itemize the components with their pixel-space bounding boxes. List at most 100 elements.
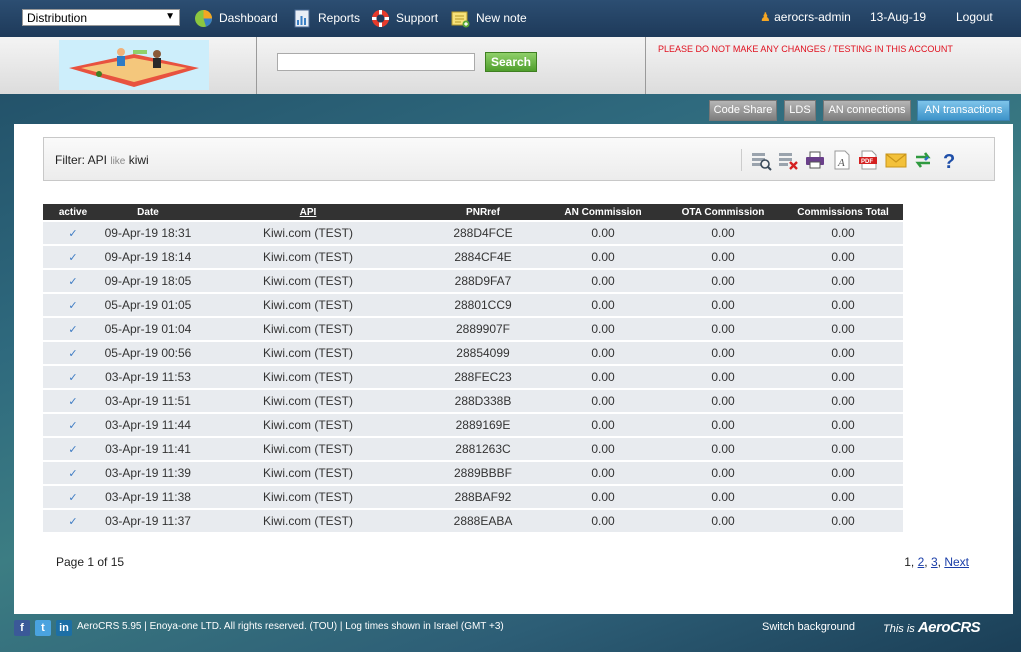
active-check-icon: ✓ (43, 486, 103, 508)
row-commissions-total: 0.00 (783, 438, 903, 460)
row-an-commission: 0.00 (543, 414, 663, 436)
brand-tagline: This is AeroCRS (883, 619, 981, 636)
row-date: 03-Apr-19 11:44 (103, 414, 193, 436)
row-ota-commission: 0.00 (663, 510, 783, 532)
nav-support[interactable]: Support (371, 8, 438, 28)
row-ota-commission: 0.00 (663, 390, 783, 412)
table-row[interactable]: ✓ 05-Apr-19 00:56 Kiwi.com (TEST) 28854099 0… (43, 342, 903, 364)
row-commissions-total: 0.00 (783, 294, 903, 316)
nav-new-note[interactable]: New note (451, 8, 527, 28)
table-row[interactable]: ✓ 03-Apr-19 11:41 Kiwi.com (TEST) 2881263C 0… (43, 438, 903, 460)
page-current: 1 (904, 555, 911, 569)
row-api: Kiwi.com (TEST) (193, 270, 423, 292)
nav-dashboard[interactable]: Dashboard (194, 8, 278, 28)
print-icon[interactable] (804, 149, 826, 171)
col-an-commission: AN Commission (543, 204, 663, 220)
col-api-sort[interactable]: API (193, 204, 423, 220)
active-check-icon: ✓ (43, 342, 103, 364)
logout-link[interactable]: Logout (956, 10, 993, 24)
page-link-2[interactable]: 2 (918, 555, 925, 569)
row-pnrref: 2881263C (423, 438, 543, 460)
row-date: 05-Apr-19 01:05 (103, 294, 193, 316)
table-row[interactable]: ✓ 03-Apr-19 11:44 Kiwi.com (TEST) 2889169E 0… (43, 414, 903, 436)
filter-bar: Filter: API like kiwi A PDF ? (43, 137, 995, 181)
row-date: 03-Apr-19 11:38 (103, 486, 193, 508)
nav-support-label: Support (396, 11, 439, 25)
row-pnrref: 288D4FCE (423, 222, 543, 244)
row-commissions-total: 0.00 (783, 246, 903, 268)
row-an-commission: 0.00 (543, 246, 663, 268)
company-logo (59, 40, 209, 90)
row-ota-commission: 0.00 (663, 486, 783, 508)
active-check-icon: ✓ (43, 318, 103, 340)
row-api: Kiwi.com (TEST) (193, 414, 423, 436)
table-row[interactable]: ✓ 05-Apr-19 01:05 Kiwi.com (TEST) 28801CC9 0… (43, 294, 903, 316)
filter-operator: like (110, 156, 126, 167)
note-icon (451, 9, 470, 28)
row-pnrref: 28801CC9 (423, 294, 543, 316)
search-settings-icon[interactable] (750, 149, 772, 171)
table-row[interactable]: ✓ 09-Apr-19 18:14 Kiwi.com (TEST) 2884CF4E 0… (43, 246, 903, 268)
row-api: Kiwi.com (TEST) (193, 246, 423, 268)
footer: f t in AeroCRS 5.95 | Enoya-one LTD. All… (0, 617, 1021, 639)
row-commissions-total: 0.00 (783, 270, 903, 292)
pdf-icon[interactable]: PDF (858, 149, 880, 171)
row-pnrref: 2889BBBF (423, 462, 543, 484)
twitter-icon[interactable]: t (35, 620, 51, 636)
nav-reports[interactable]: Reports (293, 8, 360, 28)
tab-code-share[interactable]: Code Share (709, 100, 777, 121)
module-select[interactable]: Distribution ▼ (22, 9, 180, 26)
table-row[interactable]: ✓ 03-Apr-19 11:51 Kiwi.com (TEST) 288D338B 0… (43, 390, 903, 412)
row-api: Kiwi.com (TEST) (193, 294, 423, 316)
table-body: ✓ 09-Apr-19 18:31 Kiwi.com (TEST) 288D4FCE 0… (43, 222, 903, 532)
tab-an-transactions[interactable]: AN transactions (917, 100, 1010, 121)
row-an-commission: 0.00 (543, 510, 663, 532)
row-ota-commission: 0.00 (663, 438, 783, 460)
filter-description: Filter: API like kiwi (55, 153, 149, 167)
clear-filter-icon[interactable] (777, 149, 799, 171)
page-info: Page 1 of 15 (56, 555, 125, 569)
row-pnrref: 2889907F (423, 318, 543, 340)
brand-prefix: This is (883, 623, 915, 635)
row-ota-commission: 0.00 (663, 246, 783, 268)
table-row[interactable]: ✓ 09-Apr-19 18:05 Kiwi.com (TEST) 288D9FA7 0… (43, 270, 903, 292)
transactions-table: active Date API PNRref AN Commission OTA… (43, 202, 903, 534)
row-pnrref: 2888EABA (423, 510, 543, 532)
facebook-icon[interactable]: f (14, 620, 30, 636)
tab-lds[interactable]: LDS (784, 100, 816, 121)
linkedin-icon[interactable]: in (56, 620, 72, 636)
row-an-commission: 0.00 (543, 390, 663, 412)
row-an-commission: 0.00 (543, 366, 663, 388)
row-ota-commission: 0.00 (663, 342, 783, 364)
table-row[interactable]: ✓ 05-Apr-19 01:04 Kiwi.com (TEST) 2889907F 0… (43, 318, 903, 340)
row-commissions-total: 0.00 (783, 366, 903, 388)
main-panel: Filter: API like kiwi A PDF ? active Dat… (14, 124, 1013, 614)
table-row[interactable]: ✓ 09-Apr-19 18:31 Kiwi.com (TEST) 288D4FCE 0… (43, 222, 903, 244)
row-date: 03-Apr-19 11:41 (103, 438, 193, 460)
text-export-icon[interactable]: A (831, 149, 853, 171)
active-check-icon: ✓ (43, 222, 103, 244)
page-link-3[interactable]: 3 (931, 555, 938, 569)
row-date: 09-Apr-19 18:14 (103, 246, 193, 268)
table-row[interactable]: ✓ 03-Apr-19 11:37 Kiwi.com (TEST) 2888EABA 0… (43, 510, 903, 532)
report-icon (293, 9, 312, 28)
user-menu[interactable]: ♟ aerocrs-admin (760, 10, 851, 24)
row-an-commission: 0.00 (543, 318, 663, 340)
filter-value: kiwi (128, 153, 149, 167)
row-api: Kiwi.com (TEST) (193, 366, 423, 388)
next-page-link[interactable]: Next (944, 555, 969, 569)
table-row[interactable]: ✓ 03-Apr-19 11:39 Kiwi.com (TEST) 2889BBBF 0… (43, 462, 903, 484)
table-row[interactable]: ✓ 03-Apr-19 11:38 Kiwi.com (TEST) 288BAF92 0… (43, 486, 903, 508)
search-input[interactable] (277, 53, 475, 71)
switch-background-link[interactable]: Switch background (762, 621, 855, 633)
tab-an-connections[interactable]: AN connections (823, 100, 911, 121)
help-icon[interactable]: ? (939, 149, 961, 173)
row-commissions-total: 0.00 (783, 222, 903, 244)
refresh-icon[interactable] (912, 149, 934, 171)
email-icon[interactable] (885, 149, 907, 171)
row-ota-commission: 0.00 (663, 294, 783, 316)
search-button[interactable]: Search (485, 52, 537, 72)
col-pnrref: PNRref (423, 204, 543, 220)
row-commissions-total: 0.00 (783, 342, 903, 364)
table-row[interactable]: ✓ 03-Apr-19 11:53 Kiwi.com (TEST) 288FEC23 0… (43, 366, 903, 388)
